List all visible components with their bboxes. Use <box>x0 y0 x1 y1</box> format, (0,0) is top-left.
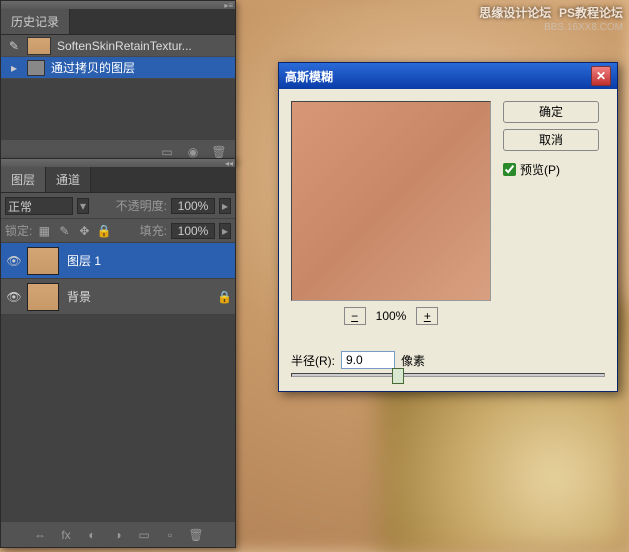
layers-empty-area <box>1 315 235 521</box>
history-label: SoftenSkinRetainTextur... <box>57 39 192 53</box>
preview-checkbox-label: 预览(P) <box>520 161 560 178</box>
visibility-icon[interactable]: 👁 <box>5 252 23 270</box>
close-icon[interactable]: ✕ <box>591 66 611 86</box>
lock-all-icon[interactable]: 🔒 <box>96 223 112 239</box>
adjustment-icon[interactable]: ◑ <box>110 528 126 542</box>
history-item[interactable]: ▸ 通过拷贝的图层 <box>1 57 235 79</box>
panel-titlebar[interactable]: ▸≡ <box>1 1 235 9</box>
trash-icon[interactable]: 🗑 <box>188 528 204 542</box>
lock-move-icon[interactable]: ✥ <box>76 223 92 239</box>
layer-thumb <box>27 247 59 275</box>
layer-row[interactable]: 👁 背景 🔒 <box>1 279 235 315</box>
preview-checkbox[interactable] <box>503 163 516 176</box>
history-empty-area <box>1 79 235 139</box>
new-layer-icon[interactable]: ▫ <box>162 528 178 542</box>
document-icon[interactable]: ▭ <box>159 145 175 159</box>
zoom-out-button[interactable]: − <box>344 307 366 325</box>
lock-indicator-icon: 🔒 <box>217 290 231 304</box>
layer-name[interactable]: 背景 <box>67 288 217 305</box>
visibility-icon[interactable]: 👁 <box>5 288 23 306</box>
trash-icon[interactable]: 🗑 <box>211 145 227 159</box>
dialog-titlebar[interactable]: 高斯模糊 ✕ <box>279 63 617 89</box>
fill-arrow-icon[interactable]: ▸ <box>219 223 231 239</box>
panel-menu-icon[interactable]: ▸≡ <box>224 1 233 10</box>
history-label: 通过拷贝的图层 <box>51 59 135 76</box>
opacity-value[interactable]: 100% <box>171 198 215 214</box>
lock-transparent-icon[interactable]: ▦ <box>36 223 52 239</box>
history-thumb <box>27 37 51 55</box>
camera-icon[interactable]: ◉ <box>185 145 201 159</box>
radius-label: 半径(R): <box>291 352 335 369</box>
radius-unit: 像素 <box>401 352 425 369</box>
zoom-value: 100% <box>376 309 407 323</box>
opacity-label: 不透明度: <box>116 197 167 214</box>
gaussian-blur-dialog: 高斯模糊 ✕ − 100% + 确定 取消 预览(P) 半径(R): 像素 <box>278 62 618 392</box>
arrow-icon: ▸ <box>5 59 23 77</box>
history-item[interactable]: ✎ SoftenSkinRetainTextur... <box>1 35 235 57</box>
tab-history[interactable]: 历史记录 <box>1 9 70 34</box>
layer-copy-icon <box>27 60 45 76</box>
preview-image[interactable] <box>291 101 491 301</box>
layer-row[interactable]: 👁 图层 1 <box>1 243 235 279</box>
radius-input[interactable] <box>341 351 395 369</box>
folder-icon[interactable]: ▭ <box>136 528 152 542</box>
panel-titlebar[interactable]: ◂◂ <box>1 159 235 167</box>
blend-dropdown-icon[interactable]: ▾ <box>77 198 89 214</box>
fill-value[interactable]: 100% <box>171 223 215 239</box>
radius-slider[interactable] <box>291 373 605 377</box>
fx-icon[interactable]: fx <box>58 528 74 542</box>
cancel-button[interactable]: 取消 <box>503 129 599 151</box>
history-panel: ▸≡ 历史记录 ✎ SoftenSkinRetainTextur... ▸ 通过… <box>0 0 236 164</box>
layer-thumb <box>27 283 59 311</box>
layers-panel: ◂◂ 图层 通道 正常 ▾ 不透明度: 100% ▸ 锁定: ▦ ✎ ✥ 🔒 填… <box>0 158 236 548</box>
slider-thumb[interactable] <box>392 368 404 384</box>
brush-icon: ✎ <box>5 37 23 55</box>
ok-button[interactable]: 确定 <box>503 101 599 123</box>
opacity-arrow-icon[interactable]: ▸ <box>219 198 231 214</box>
lock-brush-icon[interactable]: ✎ <box>56 223 72 239</box>
layer-name[interactable]: 图层 1 <box>67 252 231 269</box>
zoom-in-button[interactable]: + <box>416 307 438 325</box>
watermark-text-0: PS教程论坛 <box>559 6 623 20</box>
link-icon[interactable]: ⇔ <box>32 528 48 542</box>
mask-icon[interactable]: ◐ <box>84 528 100 542</box>
tab-layers[interactable]: 图层 <box>1 167 46 192</box>
preview-checkbox-row[interactable]: 预览(P) <box>503 161 599 178</box>
blend-mode-select[interactable]: 正常 <box>5 197 73 215</box>
tab-channels[interactable]: 通道 <box>46 167 91 192</box>
fill-label: 填充: <box>140 222 167 239</box>
lock-label: 锁定: <box>5 222 32 239</box>
watermark-text-2: BBS.16XX8.COM <box>544 22 623 33</box>
dialog-title: 高斯模糊 <box>285 68 591 85</box>
watermark-text-1: 思缘设计论坛 <box>479 6 551 20</box>
